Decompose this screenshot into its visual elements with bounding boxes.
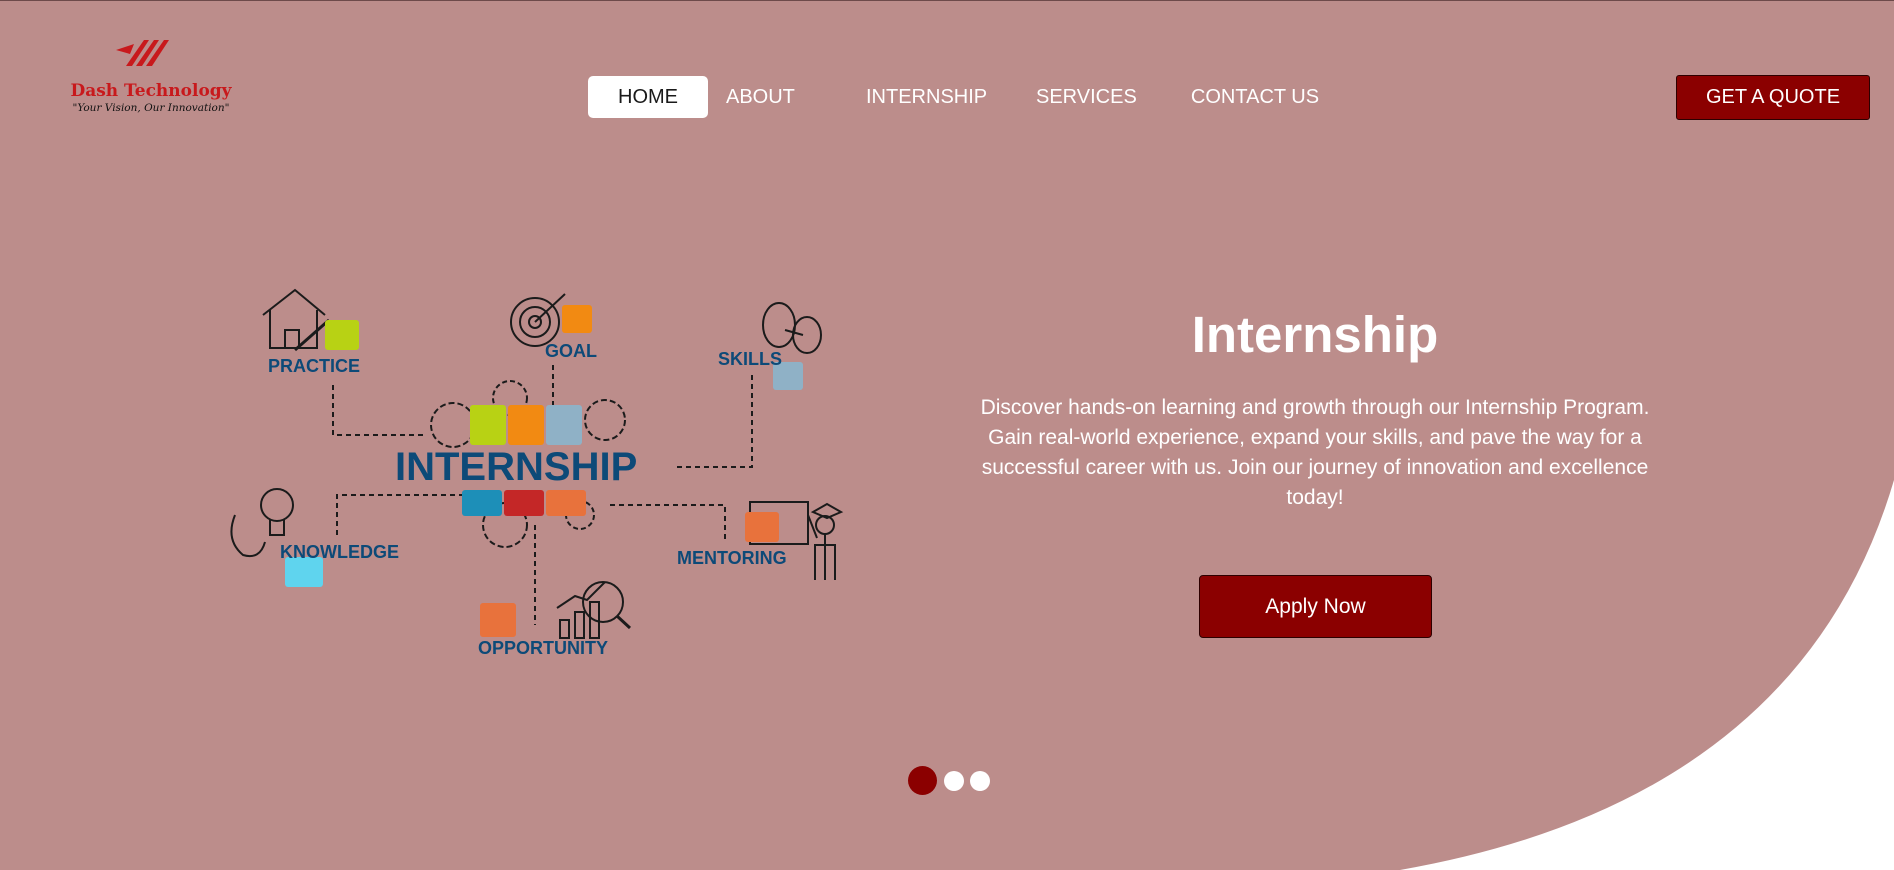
hero-title: Internship <box>1191 306 1439 363</box>
illustration-title: INTERNSHIP <box>395 445 637 489</box>
brand-tagline: "Your Vision, Our Innovation" <box>72 102 230 114</box>
nav-home[interactable]: HOME <box>588 76 708 118</box>
illustration-label-mentoring: MENTORING <box>677 548 787 568</box>
illustration-label-skills: SKILLS <box>718 349 782 369</box>
get-a-quote-button[interactable]: GET A QUOTE <box>1676 75 1870 120</box>
illustration-label-knowledge: KNOWLEDGE <box>280 542 399 562</box>
illustration-label-goal: GOAL <box>545 341 597 361</box>
internship-illustration: PRACTICE GOAL SKILLS INTERNSHIP KNOWLEDG… <box>230 288 844 658</box>
carousel-dot-2[interactable] <box>944 771 964 791</box>
nav-contact-us[interactable]: CONTACT US <box>1190 76 1320 118</box>
dash-logo-mark-icon <box>116 40 169 66</box>
house-icon <box>262 288 326 349</box>
brand-name: Dash Technology <box>70 81 232 101</box>
carousel-indicators <box>908 766 1018 796</box>
nav-about[interactable]: ABOUT <box>726 76 795 118</box>
hero-description: Discover hands-on learning and growth th… <box>980 396 1650 509</box>
illustration-label-practice: PRACTICE <box>268 356 360 376</box>
carousel-dot-1[interactable] <box>908 766 937 795</box>
nav-services[interactable]: SERVICES <box>1036 76 1137 118</box>
apply-now-button[interactable]: Apply Now <box>1199 575 1432 638</box>
brand-logo[interactable]: Dash Technology "Your Vision, Our Innova… <box>58 36 248 121</box>
carousel-dot-3[interactable] <box>970 771 990 791</box>
top-border <box>0 0 1894 1</box>
illustration-label-opportunity: OPPORTUNITY <box>478 638 608 658</box>
nav-internship[interactable]: INTERNSHIP <box>866 76 987 118</box>
